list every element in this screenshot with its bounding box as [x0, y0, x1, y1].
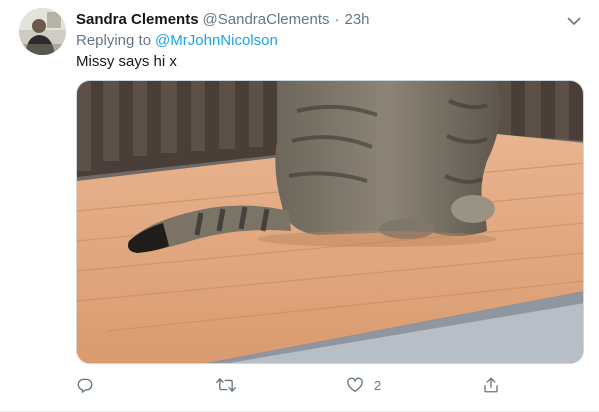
- retweet-icon: [216, 376, 236, 394]
- tweet-photo[interactable]: [76, 80, 584, 364]
- separator-dot: ·: [334, 11, 340, 28]
- like-count: 2: [374, 377, 382, 393]
- replying-to-label: Replying to: [76, 32, 152, 49]
- avatar[interactable]: [19, 8, 66, 55]
- tweet-actions: 2: [76, 372, 506, 398]
- avatar-image: [19, 8, 66, 55]
- reply-button[interactable]: [76, 372, 104, 398]
- tweet-text: Missy says hi x: [76, 53, 177, 70]
- replying-to: Replying to @MrJohnNicolson: [76, 31, 278, 51]
- share-icon: [482, 376, 500, 394]
- tweet-header: Sandra Clements @SandraClements · 23h: [76, 10, 559, 30]
- like-icon: [346, 376, 364, 394]
- replying-to-mention[interactable]: @MrJohnNicolson: [155, 32, 278, 49]
- author-handle[interactable]: @SandraClements: [203, 11, 330, 28]
- cat-photo: [77, 81, 583, 363]
- tweet[interactable]: Sandra Clements @SandraClements · 23h Reply…: [0, 0, 599, 412]
- reply-icon: [76, 376, 94, 394]
- caret-down-icon[interactable]: [565, 12, 583, 30]
- like-button[interactable]: 2: [346, 372, 381, 398]
- author-name[interactable]: Sandra Clements: [76, 11, 199, 28]
- tweet-timestamp[interactable]: 23h: [345, 11, 370, 28]
- retweet-button[interactable]: [216, 372, 246, 398]
- share-button[interactable]: [482, 372, 510, 398]
